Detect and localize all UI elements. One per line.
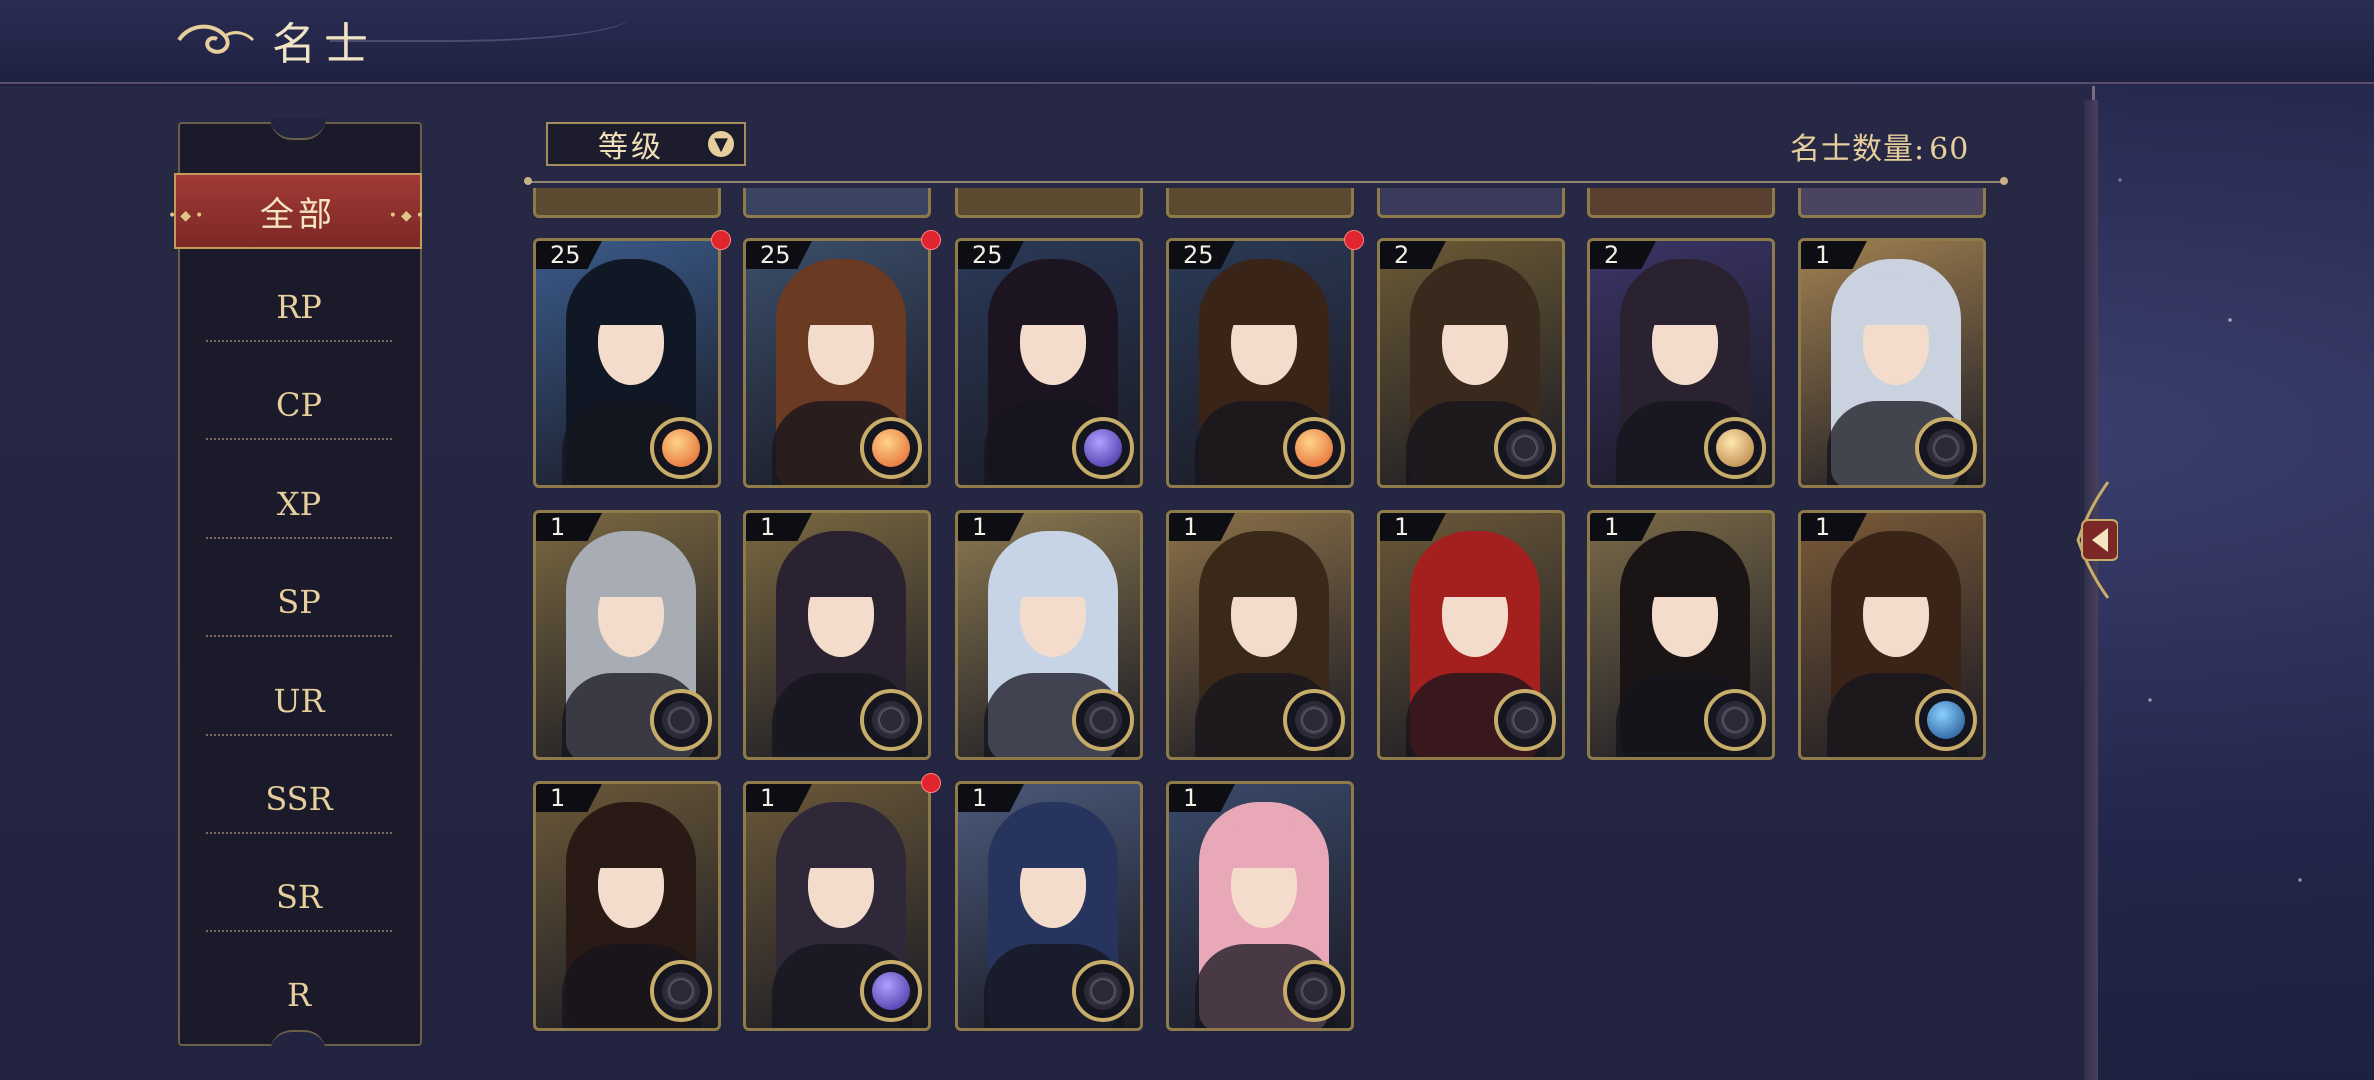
hero-card-partial[interactable]: [1798, 188, 1986, 218]
orange-orb-icon: [1283, 417, 1345, 479]
purple-orb-icon: [1072, 417, 1134, 479]
purple-orb-icon: [860, 960, 922, 1022]
hero-card[interactable]: 25: [533, 238, 721, 488]
orange-orb-icon: [860, 417, 922, 479]
list-divider: [524, 177, 2008, 185]
hero-card[interactable]: 1: [955, 510, 1143, 760]
hero-card[interactable]: 1: [955, 781, 1143, 1031]
notification-dot: [921, 230, 941, 250]
hero-card[interactable]: 1: [1587, 510, 1775, 760]
hero-card[interactable]: 1: [743, 510, 931, 760]
sort-dropdown[interactable]: 等级 ▼: [546, 122, 746, 166]
hero-card[interactable]: 1: [533, 510, 721, 760]
compass-icon: [1072, 960, 1134, 1022]
notification-dot: [921, 773, 941, 793]
hero-count: 名士数量: 60: [1790, 124, 1969, 168]
blue-orb-icon: [1915, 689, 1977, 751]
header-decoration: [330, 0, 630, 42]
collapse-arrow-button[interactable]: [2068, 480, 2118, 600]
notification-dot: [1344, 230, 1364, 250]
hero-card[interactable]: 1: [1798, 238, 1986, 488]
hero-count-label: 名士数量:: [1790, 132, 1926, 167]
category-all-tab[interactable]: •◆• 全部 •◆•: [168, 173, 424, 249]
category-ssr-tab[interactable]: SSR: [206, 766, 392, 834]
orange-orb-icon: [650, 417, 712, 479]
hero-card[interactable]: 1: [533, 781, 721, 1031]
hero-card[interactable]: 1: [1377, 510, 1565, 760]
moon-orb-icon: [1704, 417, 1766, 479]
ornament-dots-icon: •◆•: [388, 208, 428, 224]
sort-dropdown-label: 等级: [598, 130, 664, 165]
compass-icon: [650, 960, 712, 1022]
chevron-down-icon: ▼: [708, 131, 734, 157]
category-cp-tab[interactable]: CP: [206, 372, 392, 440]
category-r-tab[interactable]: R: [206, 962, 392, 1012]
category-sr-tab[interactable]: SR: [206, 864, 392, 932]
compass-icon: [1283, 689, 1345, 751]
compass-icon: [1494, 689, 1556, 751]
category-xp-tab[interactable]: XP: [206, 471, 392, 539]
hero-card-partial[interactable]: [743, 188, 931, 218]
notification-dot: [711, 230, 731, 250]
title-bar: 名士: [0, 0, 2374, 84]
hero-card[interactable]: 2: [1377, 238, 1565, 488]
category-sp-tab[interactable]: SP: [206, 569, 392, 637]
category-ur-tab[interactable]: UR: [206, 668, 392, 736]
hero-card[interactable]: 25: [1166, 238, 1354, 488]
compass-icon: [1283, 960, 1345, 1022]
hero-card[interactable]: 1: [1798, 510, 1986, 760]
hero-card[interactable]: 1: [743, 781, 931, 1031]
hero-card-partial[interactable]: [955, 188, 1143, 218]
compass-icon: [650, 689, 712, 751]
category-rp-tab[interactable]: RP: [206, 274, 392, 342]
hero-card-partial[interactable]: [1377, 188, 1565, 218]
hero-card[interactable]: 1: [1166, 781, 1354, 1031]
compass-icon: [1494, 417, 1556, 479]
hero-card[interactable]: 25: [743, 238, 931, 488]
hero-card-partial[interactable]: [1587, 188, 1775, 218]
hero-card[interactable]: 1: [1166, 510, 1354, 760]
hero-count-value: 60: [1929, 132, 1970, 167]
cloud-swirl-icon: [177, 24, 255, 54]
category-all-label: 全部: [260, 194, 336, 235]
compass-icon: [1704, 689, 1766, 751]
hero-card[interactable]: 25: [955, 238, 1143, 488]
hero-card-partial[interactable]: [1166, 188, 1354, 218]
ornament-dots-icon: •◆•: [168, 208, 208, 224]
compass-icon: [1072, 689, 1134, 751]
hero-card[interactable]: 2: [1587, 238, 1775, 488]
compass-icon: [1915, 417, 1977, 479]
hero-card-partial[interactable]: [533, 188, 721, 218]
compass-icon: [860, 689, 922, 751]
